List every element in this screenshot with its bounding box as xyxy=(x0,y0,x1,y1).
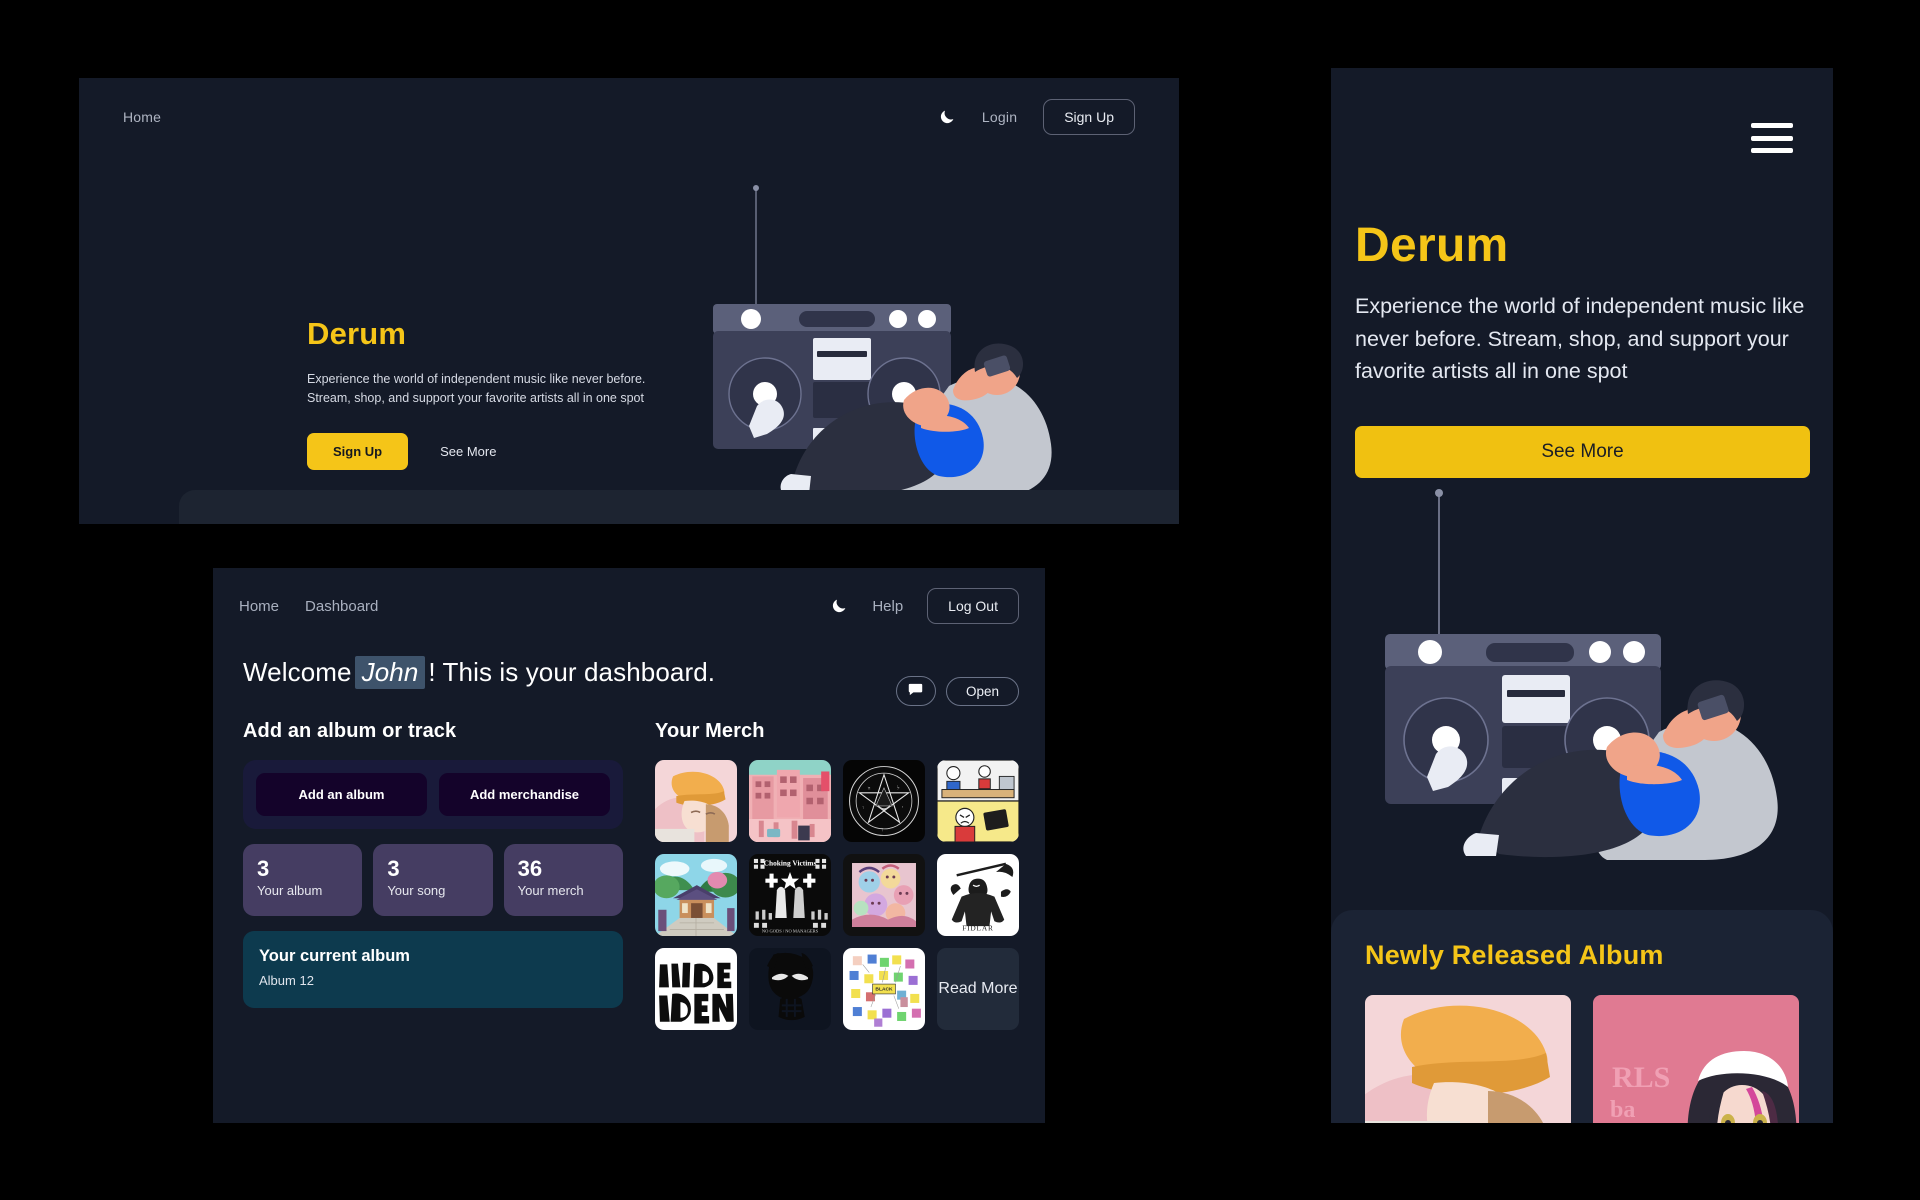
merch-tile-grim-reaper-fidlar[interactable]: FIDLAR xyxy=(937,854,1019,936)
mobile-newly-released-section: Newly Released Album RLS ba xyxy=(1331,910,1833,1123)
stat-value: 3 xyxy=(387,856,400,881)
hero-next-section-card xyxy=(179,490,1179,524)
merch-tile-pink-cityscape[interactable] xyxy=(749,760,831,842)
dashboard-nav-right: Help Log Out xyxy=(830,588,1019,624)
stat-card-your-song[interactable]: 3 Your song xyxy=(373,844,493,916)
merch-tile-anime-shrine[interactable] xyxy=(655,854,737,936)
dashboard-nav-left: Home Dashboard xyxy=(239,598,378,615)
hamburger-menu-icon[interactable] xyxy=(1751,123,1793,153)
svg-text:ו: ו xyxy=(863,805,864,811)
welcome-username: John xyxy=(354,656,426,689)
stat-card-your-merch[interactable]: 36 Your merch xyxy=(503,844,623,916)
mobile-landing-panel: Derum Experience the world of independen… xyxy=(1331,68,1833,1123)
nav-item-dashboard[interactable]: Dashboard xyxy=(305,598,378,615)
svg-text:RLS: RLS xyxy=(1612,1061,1670,1094)
merch-tile-pentagram-sigil[interactable]: ה ל ו י ן xyxy=(843,760,925,842)
mobile-hero-section: Derum Experience the world of independen… xyxy=(1331,68,1833,910)
hero-navbar: Home Login Sign Up xyxy=(79,78,1179,156)
hamburger-bar xyxy=(1751,135,1793,141)
svg-text:ba: ba xyxy=(1610,1097,1635,1123)
welcome-prefix: Welcome xyxy=(243,657,352,687)
hero-body: Derum Experience the world of independen… xyxy=(79,156,1179,524)
svg-text:ן: ן xyxy=(882,827,883,833)
current-album-title: Your current album xyxy=(259,947,410,965)
dashboard-right-column: Open Your Merch ה ל ו י ן Choking Victim… xyxy=(655,676,1019,1123)
mobile-album-anime-girl-pink-headband[interactable]: RLS ba xyxy=(1593,995,1799,1123)
dashboard-columns: Add an album or track Add an album Add m… xyxy=(243,676,1019,1123)
mobile-see-more-button[interactable]: See More xyxy=(1355,426,1810,478)
merch-tile-misfits-skull[interactable] xyxy=(749,948,831,1030)
hamburger-bar xyxy=(1751,123,1793,128)
stat-value: 36 xyxy=(517,856,543,881)
boombox-listener-illustration xyxy=(1369,488,1809,888)
hero-subtitle: Experience the world of independent musi… xyxy=(307,372,646,406)
merch-tile-anime-collage[interactable] xyxy=(843,854,925,936)
mobile-section-title: Newly Released Album xyxy=(1365,940,1664,970)
nav-item-help[interactable]: Help xyxy=(872,598,903,615)
stat-label: Your album xyxy=(257,883,323,899)
moon-icon[interactable] xyxy=(830,597,848,615)
signup-nav-button[interactable]: Sign Up xyxy=(1043,99,1135,135)
stat-card-your-album[interactable]: 3 Your album xyxy=(243,844,363,916)
merch-section-title: Your Merch xyxy=(655,720,765,742)
merch-grid: ה ל ו י ן Choking Victims NO GODS / NO M… xyxy=(655,760,1019,1030)
hero-copy-block: Derum Experience the world of independen… xyxy=(307,316,707,470)
hero-title: Derum xyxy=(307,316,407,351)
dashboard-welcome-heading: Welcome John ! This is your dashboard. xyxy=(243,656,715,689)
merch-actions: Open xyxy=(895,676,1019,706)
stat-label: Your song xyxy=(387,883,446,899)
welcome-suffix: ! This is your dashboard. xyxy=(428,657,716,687)
dashboard-left-column: Add an album or track Add an album Add m… xyxy=(243,720,623,1123)
merch-tile-choking-victims[interactable]: Choking Victims NO GODS / NO MANAGERS xyxy=(749,854,831,936)
svg-text:ה: ה xyxy=(868,787,871,792)
nav-item-home[interactable]: Home xyxy=(123,109,161,125)
svg-text:Choking Victims: Choking Victims xyxy=(764,858,817,867)
mobile-album-anime-girl-yellow-hat[interactable] xyxy=(1365,995,1571,1123)
chat-bubble-icon-button[interactable] xyxy=(895,676,936,706)
merch-read-more-tile[interactable]: Read More xyxy=(937,948,1019,1030)
svg-text:BLACK: BLACK xyxy=(875,987,893,993)
merch-tile-sticky-notes-board[interactable]: BLACK xyxy=(843,948,925,1030)
hero-cta-row: Sign Up See More xyxy=(307,432,707,470)
hero-nav-right: Login Sign Up xyxy=(938,99,1135,135)
dashboard-panel: Home Dashboard Help Log Out Welcome John… xyxy=(213,568,1045,1123)
add-merchandise-button[interactable]: Add merchandise xyxy=(439,773,610,816)
stat-label: Your merch xyxy=(517,883,584,899)
merch-tile-lucid-dend-typography[interactable] xyxy=(655,948,737,1030)
stat-value: 3 xyxy=(257,856,270,881)
current-album-card[interactable]: Your current album Album 12 xyxy=(243,931,623,1008)
svg-text:FIDLAR: FIDLAR xyxy=(962,923,994,932)
nav-item-home[interactable]: Home xyxy=(239,598,279,615)
add-actions-box: Add an album Add merchandise xyxy=(243,760,623,829)
add-section-title: Add an album or track xyxy=(243,720,457,742)
boombox-listener-illustration xyxy=(699,176,1079,516)
chat-bubble-icon xyxy=(907,681,924,701)
hero-see-more-link[interactable]: See More xyxy=(440,444,496,459)
mobile-album-row: RLS ba xyxy=(1365,995,1799,1123)
screenshot-stage: Home Login Sign Up Derum Experience the … xyxy=(0,0,1920,1200)
hero-nav-left: Home xyxy=(123,109,161,125)
merch-tile-comic-meme[interactable] xyxy=(937,760,1019,842)
mobile-hero-title: Derum xyxy=(1355,219,1509,272)
stats-row: 3 Your album 3 Your song 36 Your merch xyxy=(243,844,623,916)
hamburger-bar xyxy=(1751,148,1793,153)
open-merch-button[interactable]: Open xyxy=(945,676,1019,706)
add-album-button[interactable]: Add an album xyxy=(256,773,427,816)
desktop-landing-panel: Home Login Sign Up Derum Experience the … xyxy=(79,78,1179,524)
svg-text:NO GODS / NO MANAGERS: NO GODS / NO MANAGERS xyxy=(762,929,819,934)
moon-icon[interactable] xyxy=(938,108,956,126)
merch-tile-anime-girl-yellow-hat[interactable] xyxy=(655,760,737,842)
mobile-hero-subtitle: Experience the world of independent musi… xyxy=(1355,294,1805,384)
logout-button[interactable]: Log Out xyxy=(927,588,1019,624)
nav-item-login[interactable]: Login xyxy=(982,109,1017,125)
hero-signup-button[interactable]: Sign Up xyxy=(307,432,409,470)
dashboard-navbar: Home Dashboard Help Log Out xyxy=(213,568,1045,644)
current-album-value: Album 12 xyxy=(259,973,314,988)
